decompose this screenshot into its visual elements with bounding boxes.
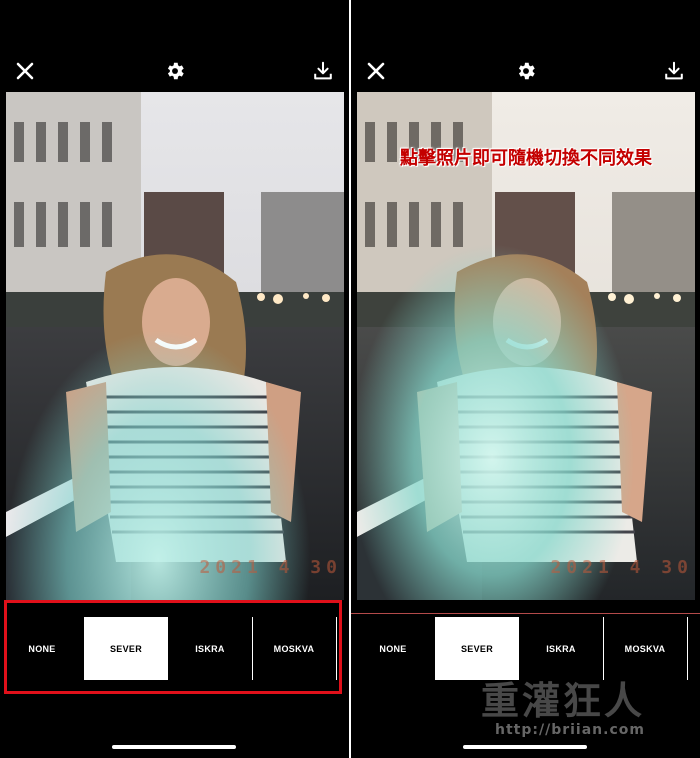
close-button[interactable] [363, 58, 389, 84]
home-indicator[interactable] [112, 745, 236, 749]
filter-divider [687, 617, 688, 680]
download-icon [314, 61, 332, 80]
download-button[interactable] [310, 58, 336, 84]
top-toolbar [0, 52, 349, 90]
filter-none[interactable]: NONE [351, 617, 435, 680]
photo-preview[interactable]: 2021 4 30 [6, 92, 344, 600]
home-indicator[interactable] [463, 745, 587, 749]
highlight-box [4, 600, 342, 694]
top-toolbar [351, 52, 700, 90]
filter-iskra[interactable]: ISKRA [519, 617, 603, 680]
filter-strip: NONE SEVER ISKRA MOSKVA [351, 615, 700, 682]
date-stamp: 2021 4 30 [199, 557, 342, 578]
watermark-title: 重灌狂人 [481, 678, 646, 723]
close-icon [16, 62, 34, 80]
filter-moskva[interactable]: MOSKVA [603, 617, 687, 680]
close-icon [367, 62, 385, 80]
gear-icon [518, 62, 535, 80]
date-stamp: 2021 4 30 [550, 557, 693, 578]
phone-screen-right: 點擊照片即可隨機切換不同效果 2021 4 30 NONE SEVER ISKR… [351, 0, 700, 758]
gear-icon [167, 62, 184, 80]
watermark-url: http://briian.com [495, 722, 645, 738]
filter-sever[interactable]: SEVER [435, 617, 519, 680]
settings-button[interactable] [513, 58, 539, 84]
settings-button[interactable] [162, 58, 188, 84]
photo-preview[interactable]: 點擊照片即可隨機切換不同效果 2021 4 30 [357, 92, 695, 600]
download-button[interactable] [661, 58, 687, 84]
download-icon [665, 61, 683, 80]
close-button[interactable] [12, 58, 38, 84]
photo-image [6, 92, 344, 600]
phone-screen-left: 2021 4 30 NONE SEVER ISKRA MOSKVA [0, 0, 349, 758]
instruction-caption: 點擊照片即可隨機切換不同效果 [400, 148, 652, 169]
separator-line [351, 613, 700, 614]
watermark: 重灌狂人 http://briian.com [481, 680, 697, 750]
